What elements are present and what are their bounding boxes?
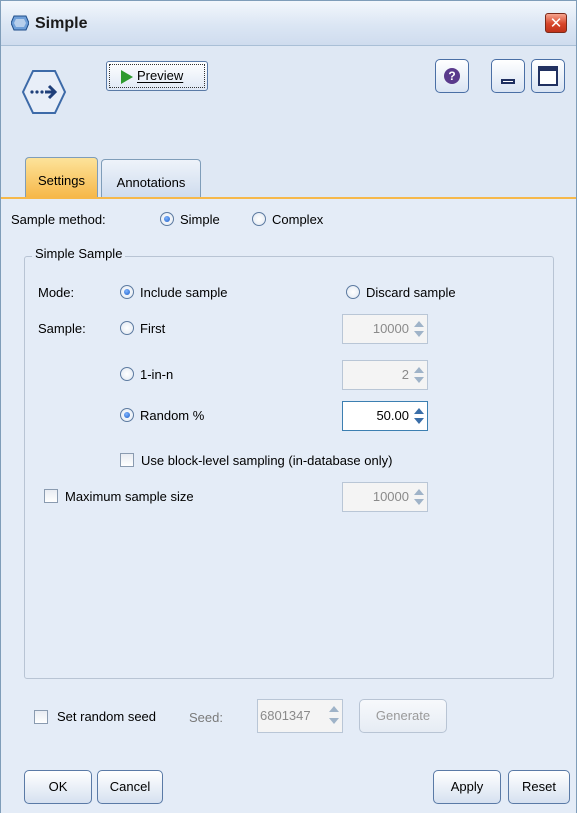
random-seed-label: Set random seed — [57, 709, 157, 724]
ok-label: OK — [48, 779, 68, 794]
spinner-down-icon — [329, 718, 339, 724]
random-percent-spinner[interactable]: 50.00 — [342, 401, 428, 431]
spinner-up-icon — [414, 489, 424, 495]
spinner-up-icon — [414, 367, 424, 373]
dialog-window: Simple ✕ Preview ? Settings Annotations … — [0, 0, 577, 813]
spinner-up-icon — [414, 408, 424, 414]
help-icon: ? — [444, 68, 460, 84]
1-in-n-spinner[interactable]: 2 — [342, 360, 428, 390]
title-bar[interactable]: Simple ✕ — [1, 1, 576, 46]
ok-button[interactable]: OK — [24, 770, 92, 804]
max-sample-checkbox[interactable] — [44, 489, 58, 503]
random-percent-value: 50.00 — [376, 408, 409, 423]
1-in-n-stepper[interactable] — [411, 361, 427, 389]
sample-method-simple-radio[interactable] — [160, 212, 174, 226]
max-sample-stepper[interactable] — [411, 483, 427, 511]
sample-method-complex-label: Complex — [272, 212, 324, 227]
generate-label: Generate — [375, 708, 431, 723]
minimize-icon — [501, 79, 515, 84]
sample-first-label: First — [140, 321, 166, 336]
help-button[interactable]: ? — [435, 59, 469, 93]
sample-random-label: Random % — [140, 408, 205, 423]
cancel-button[interactable]: Cancel — [97, 770, 163, 804]
seed-stepper[interactable] — [326, 700, 342, 732]
tab-settings[interactable]: Settings — [25, 157, 98, 197]
first-n-value: 10000 — [372, 321, 409, 336]
sample-method-label: Sample method: — [11, 212, 106, 227]
sample-1-in-n-radio[interactable] — [120, 367, 134, 381]
apply-label: Apply — [450, 779, 484, 794]
random-percent-stepper[interactable] — [411, 402, 427, 430]
spinner-up-icon — [329, 706, 339, 712]
sample-method-simple-label: Simple — [180, 212, 220, 227]
seed-value: 6801347 — [260, 708, 311, 723]
preview-label: Preview — [137, 68, 184, 83]
apply-button[interactable]: Apply — [433, 770, 501, 804]
seed-label: Seed: — [189, 710, 223, 725]
sample-label: Sample: — [38, 321, 86, 336]
close-icon: ✕ — [549, 15, 563, 32]
node-app-icon — [11, 15, 29, 31]
random-seed-checkbox[interactable] — [34, 710, 48, 724]
reset-label: Reset — [522, 779, 556, 794]
spinner-down-icon — [414, 418, 424, 424]
mode-include-radio[interactable] — [120, 285, 134, 299]
max-sample-spinner[interactable]: 10000 — [342, 482, 428, 512]
max-sample-label: Maximum sample size — [65, 489, 194, 504]
spinner-up-icon — [414, 321, 424, 327]
mode-discard-radio[interactable] — [346, 285, 360, 299]
window-title: Simple — [35, 15, 88, 32]
minimize-button[interactable] — [491, 59, 525, 93]
reset-button[interactable]: Reset — [508, 770, 570, 804]
maximize-button[interactable] — [531, 59, 565, 93]
group-title: Simple Sample — [32, 246, 126, 261]
mode-include-label: Include sample — [140, 285, 228, 300]
play-icon — [121, 70, 133, 84]
tab-annotations[interactable]: Annotations — [101, 159, 201, 197]
sample-1-in-n-label: 1-in-n — [140, 367, 174, 382]
1-in-n-value: 2 — [401, 367, 409, 382]
first-n-stepper[interactable] — [411, 315, 427, 343]
max-sample-value: 10000 — [372, 489, 409, 504]
spinner-down-icon — [414, 499, 424, 505]
mode-discard-label: Discard sample — [366, 285, 456, 300]
sample-method-complex-radio[interactable] — [252, 212, 266, 226]
preview-button[interactable]: Preview — [106, 61, 208, 91]
close-button[interactable]: ✕ — [545, 13, 567, 33]
sample-random-radio[interactable] — [120, 408, 134, 422]
toolbar — [1, 46, 576, 146]
first-n-spinner[interactable]: 10000 — [342, 314, 428, 344]
seed-spinner[interactable]: 6801347 — [257, 699, 343, 733]
block-level-label: Use block-level sampling (in-database on… — [141, 453, 393, 468]
generate-button[interactable]: Generate — [359, 699, 447, 733]
block-level-checkbox[interactable] — [120, 453, 134, 467]
cancel-label: Cancel — [109, 779, 151, 794]
spinner-down-icon — [414, 331, 424, 337]
tab-annotations-label: Annotations — [116, 175, 186, 190]
sample-first-radio[interactable] — [120, 321, 134, 335]
spinner-down-icon — [414, 377, 424, 383]
tab-settings-label: Settings — [38, 173, 85, 188]
mode-label: Mode: — [38, 285, 75, 300]
maximize-icon — [538, 66, 558, 86]
sample-node-icon — [21, 70, 67, 114]
